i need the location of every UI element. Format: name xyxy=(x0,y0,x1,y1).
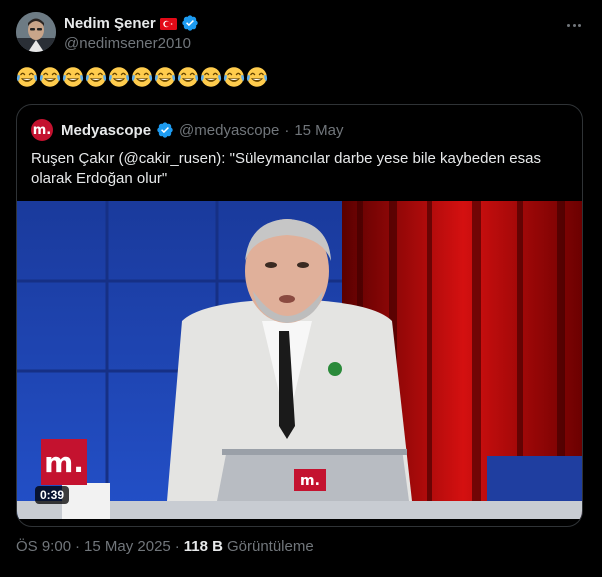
tweet-date[interactable]: 15 May 2025 xyxy=(84,538,171,555)
face-with-tears-of-joy-icon xyxy=(62,67,84,87)
tweet: Nedim Şener @nedimsener2010 m. Medyascop… xyxy=(0,0,602,577)
video-thumbnail: m. xyxy=(17,201,582,519)
face-with-tears-of-joy-icon xyxy=(200,67,222,87)
tweet-text xyxy=(16,66,268,88)
quote-avatar[interactable]: m. xyxy=(31,119,53,141)
face-with-tears-of-joy-icon xyxy=(16,67,38,87)
face-with-tears-of-joy-icon xyxy=(223,67,245,87)
quote-verified-badge-icon[interactable] xyxy=(156,121,174,139)
quote-handle: @medyascope xyxy=(179,121,280,139)
quote-text: Ruşen Çakır (@cakir_rusen): "Süleymancıl… xyxy=(31,150,541,187)
video-duration: 0:39 xyxy=(35,486,70,504)
display-name[interactable]: Nedim Şener xyxy=(64,15,156,32)
quoted-tweet[interactable]: m. Medyascope @medyascope · 15 May Ruşen… xyxy=(16,104,583,527)
quote-display-name[interactable]: Medyascope xyxy=(61,122,151,139)
avatar[interactable] xyxy=(16,12,56,52)
face-with-tears-of-joy-icon xyxy=(246,67,268,87)
meta-separator: · xyxy=(75,538,81,555)
face-with-tears-of-joy-icon xyxy=(177,67,199,87)
quote-separator: · xyxy=(284,121,290,139)
video-player[interactable]: m. m. 0:39 xyxy=(17,201,582,519)
meta-separator: · xyxy=(174,538,180,555)
face-with-tears-of-joy-icon xyxy=(39,67,61,87)
handle[interactable]: @nedimsener2010 xyxy=(64,35,191,52)
more-options-icon[interactable] xyxy=(562,16,586,34)
tweet-time[interactable]: ÖS 9:00 xyxy=(16,538,71,555)
verified-badge-icon[interactable] xyxy=(181,14,199,32)
avatar-image xyxy=(16,12,56,52)
face-with-tears-of-joy-icon xyxy=(154,67,176,87)
laptop-logo: m. xyxy=(300,473,320,489)
turkey-flag-icon xyxy=(159,17,177,30)
face-with-tears-of-joy-icon xyxy=(108,67,130,87)
quote-date[interactable]: 15 May xyxy=(294,122,343,139)
face-with-tears-of-joy-icon xyxy=(131,67,153,87)
quote-header: m. Medyascope @medyascope · 15 May xyxy=(31,119,344,141)
views-count: 118 B xyxy=(183,538,223,555)
name-row: Nedim Şener xyxy=(64,14,199,32)
tweet-header: Nedim Şener @nedimsener2010 xyxy=(16,12,586,56)
views-label: Görüntüleme xyxy=(226,538,314,555)
medyascope-logo: m. xyxy=(41,439,87,485)
tweet-meta: ÖS 9:00 · 15 May 2025 · 118 B Görüntülem… xyxy=(16,538,314,555)
face-with-tears-of-joy-icon xyxy=(85,67,107,87)
